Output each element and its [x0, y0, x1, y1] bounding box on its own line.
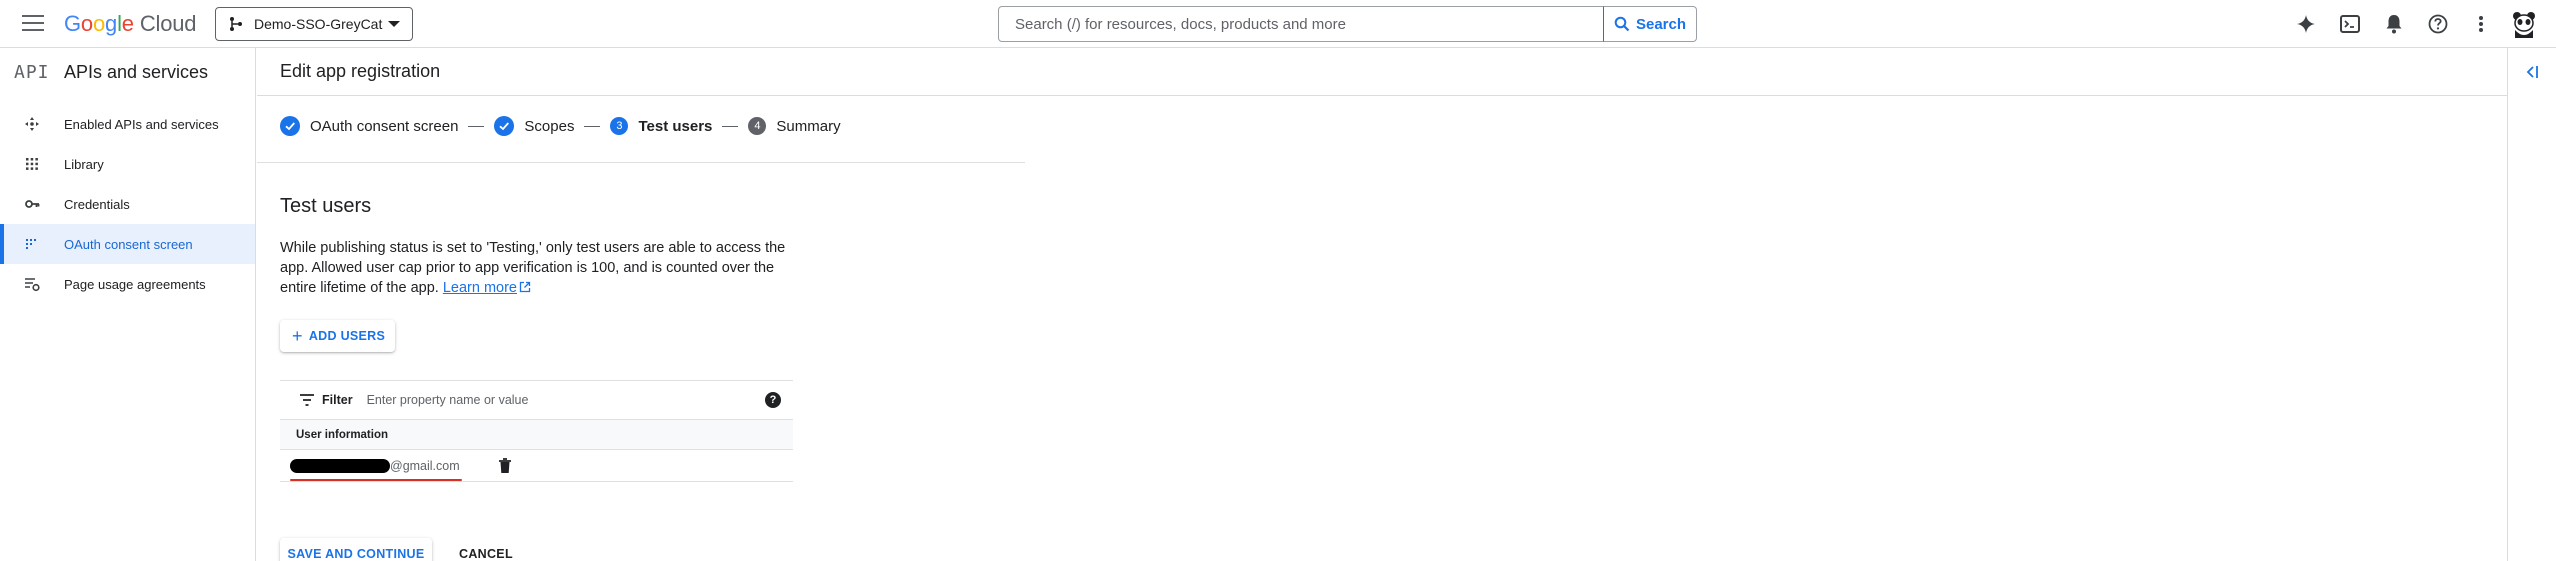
step-oauth-consent-screen[interactable]: OAuth consent screen — [310, 118, 458, 135]
save-and-continue-button[interactable]: SAVE AND CONTINUE — [280, 538, 432, 561]
sidebar-item-oauth-consent-screen[interactable]: OAuth consent screen — [0, 224, 255, 264]
step-summary[interactable]: Summary — [776, 118, 840, 135]
learn-more-link[interactable]: Learn more — [443, 280, 531, 296]
step-separator — [584, 125, 601, 127]
search-icon — [1614, 16, 1630, 32]
main-content: Edit app registration OAuth consent scre… — [257, 48, 2507, 561]
check-circle-icon — [280, 116, 300, 136]
filter-icon — [300, 394, 314, 406]
filter-bar: Filter ? — [280, 380, 793, 420]
search-button[interactable]: Search — [1603, 6, 1697, 42]
chevron-down-icon — [388, 21, 400, 27]
key-icon — [24, 196, 40, 212]
help-icon[interactable]: ? — [765, 392, 781, 408]
sidebar-item-library[interactable]: Library — [0, 144, 255, 184]
project-picker[interactable]: Demo-SSO-GreyCat — [215, 7, 413, 41]
stepper-divider — [257, 162, 1025, 163]
sidebar-nav: Enabled APIs and services Library Creden… — [0, 104, 255, 304]
step-scopes[interactable]: Scopes — [524, 118, 574, 135]
user-email: @gmail.com — [290, 458, 462, 481]
table-header-user-information: User information — [280, 420, 793, 450]
enabled-apis-icon — [24, 116, 40, 132]
step-number-badge: 4 — [748, 117, 767, 135]
consent-screen-icon — [24, 236, 40, 252]
sidebar-item-label: Credentials — [64, 196, 130, 212]
external-link-icon — [519, 281, 531, 293]
sidebar: API APIs and services Enabled APIs and s… — [0, 48, 256, 561]
right-rail — [2507, 48, 2556, 561]
page-title: Edit app registration — [257, 48, 2507, 96]
sidebar-item-label: Page usage agreements — [64, 276, 206, 292]
library-icon — [24, 156, 40, 172]
gemini-sparkle-icon[interactable] — [2294, 12, 2318, 36]
api-logo-icon: API — [14, 61, 50, 83]
delete-trash-icon[interactable] — [498, 457, 512, 474]
section-title: Test users — [280, 195, 372, 217]
project-name: Demo-SSO-GreyCat — [254, 16, 383, 32]
main-menu-icon[interactable] — [22, 15, 44, 33]
account-avatar-icon[interactable] — [2508, 8, 2540, 40]
help-icon[interactable] — [2426, 12, 2450, 36]
step-number-badge: 3 — [610, 117, 629, 135]
sidebar-item-enabled-apis[interactable]: Enabled APIs and services — [0, 104, 255, 144]
sidebar-item-label: Library — [64, 156, 104, 172]
table-row: @gmail.com — [280, 450, 793, 482]
sidebar-item-label: Enabled APIs and services — [64, 116, 219, 132]
step-separator — [722, 125, 739, 127]
redacted-email-prefix — [290, 458, 390, 473]
expand-panel-icon[interactable] — [2525, 64, 2541, 80]
plus-icon: + — [292, 326, 303, 346]
sidebar-header: API APIs and services — [0, 48, 255, 96]
search-input[interactable] — [1015, 15, 1587, 33]
filter-input[interactable] — [366, 393, 765, 407]
sidebar-item-page-usage-agreements[interactable]: Page usage agreements — [0, 264, 255, 304]
project-hierarchy-icon — [230, 17, 242, 31]
step-test-users[interactable]: Test users — [638, 118, 712, 135]
agreements-icon — [24, 276, 40, 292]
step-separator — [468, 125, 485, 127]
top-bar: Google Cloud Demo-SSO-GreyCat Search — [0, 0, 2556, 48]
filter-label: Filter — [322, 393, 353, 407]
more-vert-icon[interactable] — [2469, 12, 2493, 36]
sidebar-title: APIs and services — [64, 61, 209, 82]
test-users-description: While publishing status is set to 'Testi… — [280, 240, 786, 296]
notifications-bell-icon[interactable] — [2382, 12, 2406, 36]
check-circle-icon — [494, 116, 515, 136]
google-cloud-logo[interactable]: Google Cloud — [64, 11, 196, 37]
stepper: OAuth consent screen Scopes 3 Test users… — [280, 114, 841, 138]
add-users-button[interactable]: + ADD USERS — [280, 320, 395, 352]
cloud-shell-icon[interactable] — [2338, 12, 2362, 36]
cancel-button[interactable]: CANCEL — [451, 538, 521, 561]
sidebar-item-label: OAuth consent screen — [64, 236, 193, 252]
sidebar-item-credentials[interactable]: Credentials — [0, 184, 255, 224]
search-box[interactable] — [998, 6, 1604, 42]
